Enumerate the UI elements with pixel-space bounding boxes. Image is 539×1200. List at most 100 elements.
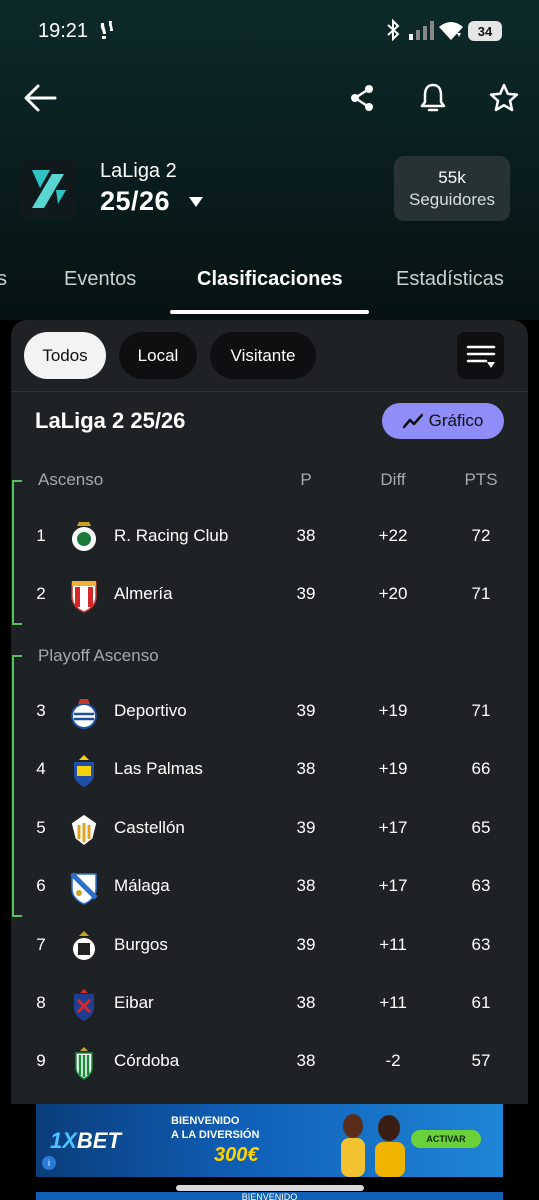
ad-headline: BIENVENIDO A LA DIVERSIÓN	[171, 1114, 259, 1142]
filter-visitante[interactable]: Visitante	[210, 332, 316, 379]
team-name: Eibar	[114, 993, 154, 1012]
row-played: 38	[296, 1051, 316, 1070]
filter-list-icon	[466, 345, 495, 368]
arrow-left-icon	[24, 84, 57, 112]
ad-brand-logo: 1XBET	[50, 1128, 121, 1154]
league-logo	[20, 160, 76, 218]
table-row[interactable]: 8 Eibar 38 +11 61	[11, 976, 528, 1034]
ad-line-1: BIENVENIDO	[171, 1115, 240, 1127]
filter-local[interactable]: Local	[119, 332, 197, 379]
row-position: 3	[36, 701, 46, 720]
battery-indicator: 34	[468, 21, 502, 41]
followers-count: 55k	[438, 168, 466, 187]
row-points: 66	[471, 759, 491, 778]
row-played: 38	[296, 526, 316, 545]
row-points: 57	[471, 1051, 491, 1070]
bell-icon	[420, 83, 446, 112]
row-position: 7	[36, 935, 46, 954]
status-time: 19:21	[38, 20, 89, 42]
las-palmas-crest-icon	[74, 755, 94, 787]
season-selector[interactable]: 25/26	[100, 186, 170, 217]
malaga-crest-icon	[70, 872, 98, 905]
group-label-playoff: Playoff Ascenso	[38, 646, 159, 665]
team-name: Las Palmas	[114, 759, 203, 778]
eibar-crest-icon	[74, 989, 94, 1021]
signal-icon	[408, 18, 434, 42]
row-played: 39	[296, 701, 316, 720]
row-diff: +11	[379, 993, 407, 1012]
row-diff: +17	[378, 818, 408, 837]
row-position: 5	[36, 818, 46, 837]
share-button[interactable]	[342, 78, 382, 118]
notification-icon	[98, 18, 116, 42]
team-name: Málaga	[114, 876, 170, 895]
team-name: Almería	[114, 584, 173, 603]
castellon-crest-icon	[70, 813, 98, 847]
tab-eventos[interactable]: Eventos	[64, 268, 136, 291]
row-diff: +17	[378, 876, 408, 895]
sort-menu-button[interactable]	[457, 332, 504, 379]
row-points: 72	[471, 526, 491, 545]
filter-todos[interactable]: Todos	[24, 332, 106, 379]
racing-crest-icon	[70, 522, 98, 553]
cordoba-crest-icon	[75, 1047, 93, 1080]
burgos-crest-icon	[71, 931, 97, 962]
row-points: 63	[471, 876, 491, 895]
followers-button[interactable]: 55k Seguidores	[394, 156, 510, 221]
table-title: LaLiga 2 25/26	[35, 408, 186, 433]
row-played: 38	[296, 993, 316, 1012]
row-diff: +22	[378, 526, 408, 545]
column-header-points: PTS	[464, 470, 498, 489]
followers-label: Seguidores	[408, 190, 495, 209]
notifications-button[interactable]	[413, 78, 453, 118]
ad-banner-secondary[interactable]: BIENVENIDO	[36, 1192, 503, 1200]
row-points: 71	[471, 584, 491, 603]
deportivo-crest-icon	[71, 699, 97, 729]
table-row[interactable]: 6 Málaga 38 +17 63	[11, 859, 528, 917]
tab-clasificaciones[interactable]: Clasificaciones	[197, 268, 343, 291]
trend-chart-icon	[402, 413, 423, 429]
team-name: Córdoba	[114, 1051, 180, 1070]
back-button[interactable]	[20, 78, 60, 118]
row-played: 39	[296, 935, 316, 954]
wifi-icon	[438, 18, 464, 42]
star-icon	[489, 83, 519, 112]
table-row[interactable]: 3 Deportivo 39 +19 71	[11, 684, 528, 742]
share-icon	[351, 85, 373, 111]
team-name: R. Racing Club	[114, 526, 229, 545]
row-position: 4	[36, 759, 46, 778]
row-diff: +20	[378, 584, 408, 603]
row-position: 9	[36, 1051, 46, 1070]
ad-brand-part-b: BET	[76, 1128, 121, 1153]
active-tab-indicator	[170, 310, 369, 314]
tab-estadisticas[interactable]: Estadísticas	[396, 268, 504, 291]
home-indicator[interactable]	[176, 1185, 364, 1191]
row-played: 38	[296, 759, 316, 778]
chart-button-label: Gráfico	[428, 411, 484, 430]
league-name: LaLiga 2	[100, 160, 177, 182]
divider	[11, 391, 528, 392]
favorite-button[interactable]	[484, 78, 524, 118]
almeria-crest-icon	[71, 581, 97, 613]
ad-banner[interactable]: 1XBET BIENVENIDO A LA DIVERSIÓN 300€ ACT…	[36, 1104, 503, 1177]
row-diff: +19	[378, 759, 408, 778]
row-played: 39	[296, 584, 316, 603]
table-row[interactable]: 2 Almería 39 +20 71	[11, 567, 528, 625]
column-header-diff: Diff	[380, 470, 406, 489]
ad-cta-button[interactable]: ACTIVAR	[411, 1130, 481, 1148]
chevron-down-icon[interactable]	[188, 195, 204, 213]
table-row[interactable]: 5 Castellón 39 +17 65	[11, 801, 528, 859]
team-name: Deportivo	[114, 701, 187, 720]
row-points: 63	[471, 935, 491, 954]
chart-button[interactable]: Gráfico	[382, 403, 504, 439]
tab-partial[interactable]: s	[0, 268, 7, 291]
table-row[interactable]: 1 R. Racing Club 38 +22 72	[11, 509, 528, 567]
row-position: 8	[36, 993, 46, 1012]
table-row[interactable]: 7 Burgos 39 +11 63	[11, 918, 528, 976]
table-row[interactable]: 4 Las Palmas 38 +19 66	[11, 742, 528, 800]
ad-line-2: A LA DIVERSIÓN	[171, 1129, 260, 1141]
table-row[interactable]: 9 Córdoba 38 -2 57	[11, 1034, 528, 1092]
ad-info-icon[interactable]: i	[42, 1156, 56, 1170]
row-points: 71	[471, 701, 491, 720]
status-bar: 19:21 34	[0, 0, 539, 62]
